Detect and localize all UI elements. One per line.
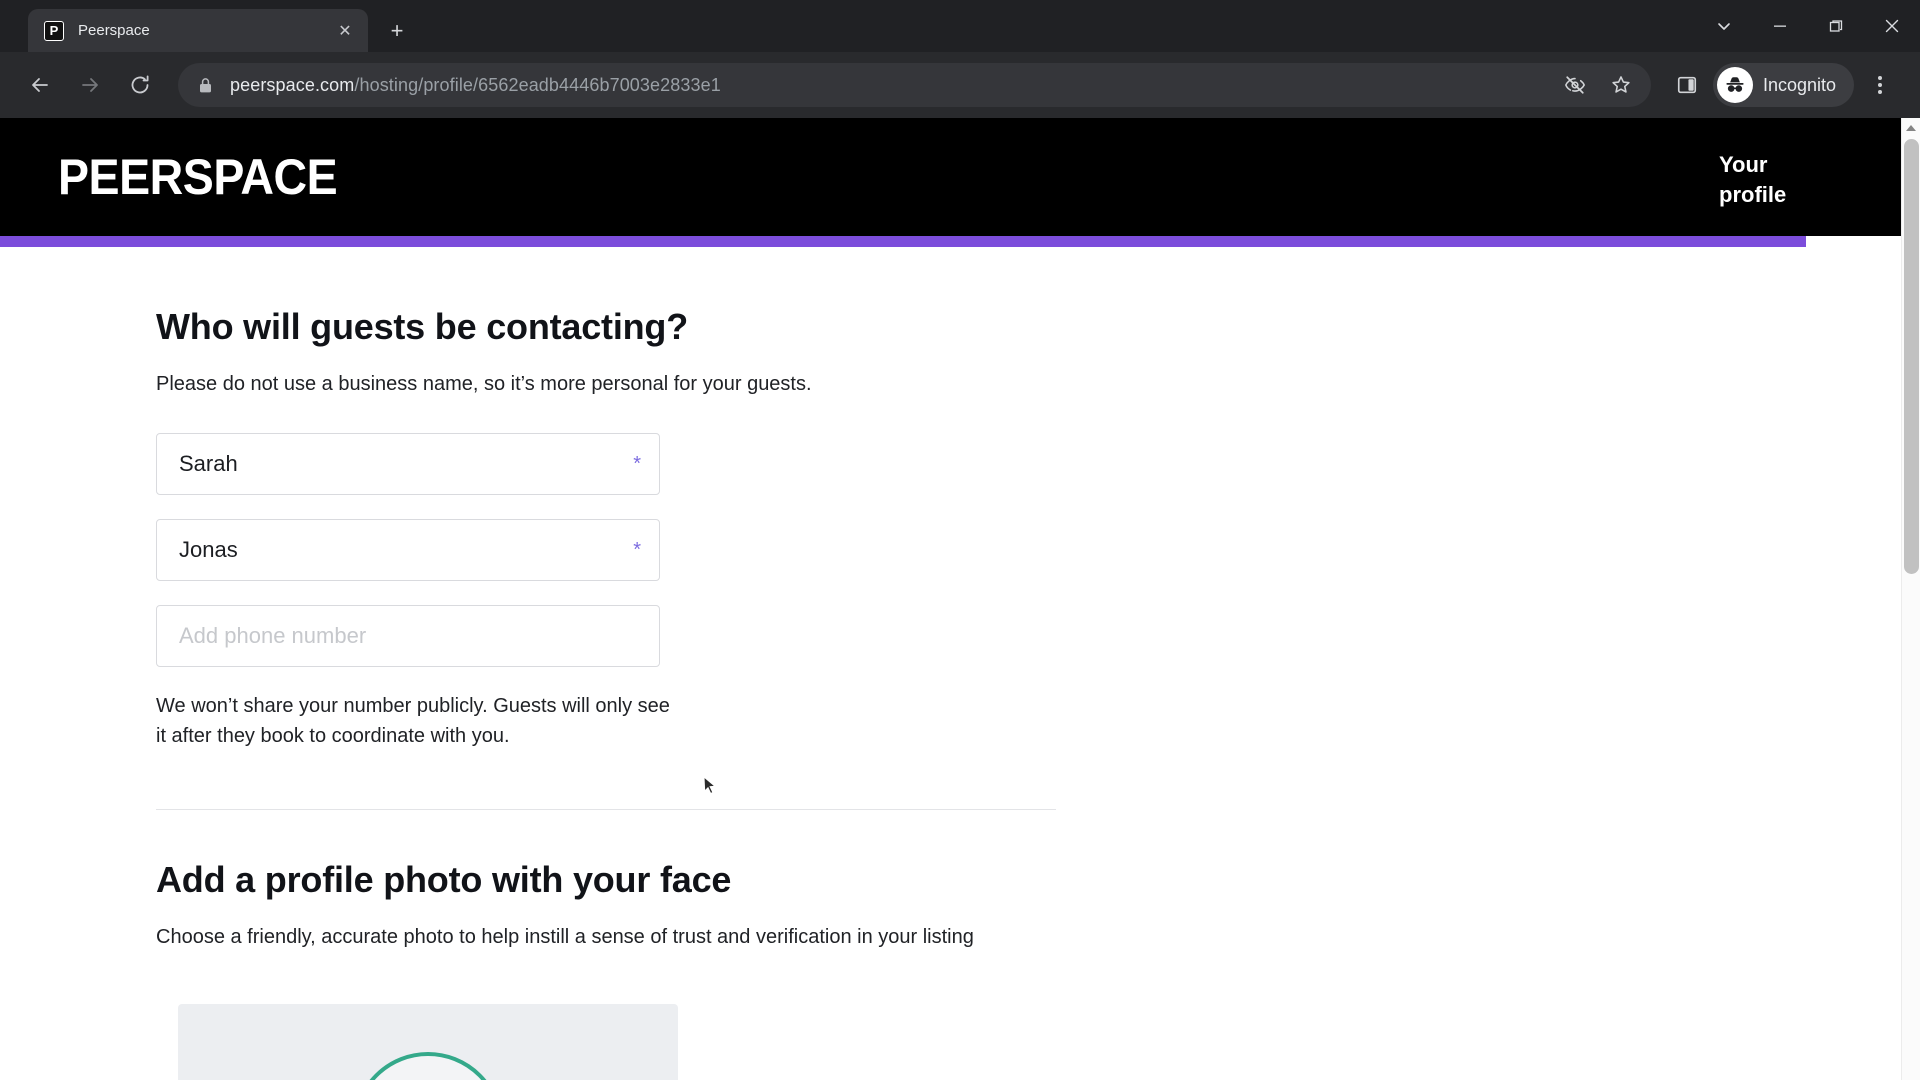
address-path: /hosting/profile/6562eadb4446b7003e2833e… — [354, 74, 721, 95]
first-name-input[interactable] — [179, 451, 624, 478]
contact-fields: * * — [156, 433, 1056, 668]
photo-section-subtext: Choose a friendly, accurate photo to hel… — [156, 926, 974, 949]
side-panel-icon[interactable] — [1665, 63, 1709, 107]
scroll-up-arrow-icon[interactable] — [1902, 118, 1920, 137]
your-profile-link[interactable]: Your profile — [1719, 150, 1811, 211]
page-content: PEERSPACE Your profile Who will guests b… — [0, 118, 1901, 1080]
section-divider — [156, 809, 1056, 811]
address-host: peerspace.com — [230, 74, 355, 95]
profile-incognito-button[interactable]: Incognito — [1712, 63, 1854, 107]
browser-toolbar: peerspace.com/hosting/profile/6562eadb44… — [0, 52, 1920, 118]
forward-button-icon[interactable] — [68, 63, 112, 107]
contact-section-heading: Who will guests be contacting? — [156, 306, 689, 347]
back-button-icon[interactable] — [18, 63, 62, 107]
browser-tab-peerspace[interactable]: P Peerspace ✕ — [28, 9, 368, 52]
reload-button-icon[interactable] — [118, 63, 162, 107]
last-name-required-marker: * — [633, 539, 641, 562]
third-party-cookie-blocked-icon[interactable] — [1553, 63, 1597, 107]
phone-privacy-helper-text: We won’t share your number publicly. Gue… — [156, 695, 670, 748]
tab-search-icon[interactable] — [1696, 0, 1752, 52]
contact-section-subtext: Please do not use a business name, so it… — [156, 373, 812, 396]
omnibox-actions — [1553, 63, 1643, 107]
new-tab-button[interactable]: + — [380, 14, 414, 48]
photo-section-heading: Add a profile photo with your face — [156, 859, 732, 901]
page-scrollbar[interactable] — [1901, 118, 1920, 1080]
header-nav: Your profile — [1719, 150, 1811, 211]
main-content: Who will guests be contacting? Please do… — [0, 247, 1901, 1080]
tab-title: Peerspace — [78, 22, 150, 39]
browser-window: P Peerspace ✕ + peerspace.com/hosting/pr… — [0, 0, 1920, 1080]
incognito-avatar-icon — [1716, 67, 1753, 103]
first-name-field[interactable]: * — [156, 433, 660, 496]
last-name-field[interactable]: * — [156, 519, 660, 582]
photo-section: Add a profile photo with your face Choos… — [156, 858, 1056, 1080]
bookmark-star-icon[interactable] — [1599, 63, 1643, 107]
lock-icon — [198, 77, 216, 94]
peerspace-favicon-icon: P — [44, 20, 64, 41]
window-controls — [1696, 0, 1920, 52]
incognito-label: Incognito — [1762, 74, 1836, 95]
site-header: PEERSPACE Your profile — [0, 118, 1901, 236]
close-window-icon[interactable] — [1864, 0, 1920, 52]
tab-strip: P Peerspace ✕ + — [0, 0, 1920, 52]
phone-number-input[interactable] — [179, 623, 641, 650]
address-bar[interactable]: peerspace.com/hosting/profile/6562eadb44… — [178, 63, 1651, 107]
browser-menu-icon[interactable] — [1858, 63, 1902, 107]
scrollbar-thumb[interactable] — [1904, 139, 1919, 574]
onboarding-progress-fill — [0, 236, 1806, 247]
close-tab-icon[interactable]: ✕ — [332, 18, 358, 44]
maximize-window-icon[interactable] — [1808, 0, 1864, 52]
form-column: Who will guests be contacting? Please do… — [156, 305, 1056, 1080]
profile-photo-upload-card[interactable] — [178, 1004, 678, 1080]
profile-photo-ring-icon — [353, 1052, 503, 1080]
minimize-window-icon[interactable] — [1752, 0, 1808, 52]
toolbar-right-actions: Incognito — [1665, 63, 1902, 107]
address-bar-url: peerspace.com/hosting/profile/6562eadb44… — [230, 75, 1553, 96]
page-viewport: PEERSPACE Your profile Who will guests b… — [0, 118, 1920, 1080]
peerspace-logo[interactable]: PEERSPACE — [58, 152, 338, 202]
first-name-required-marker: * — [633, 453, 641, 476]
phone-number-field[interactable] — [156, 605, 660, 668]
onboarding-progress-bar — [0, 236, 1901, 247]
last-name-input[interactable] — [179, 537, 624, 564]
